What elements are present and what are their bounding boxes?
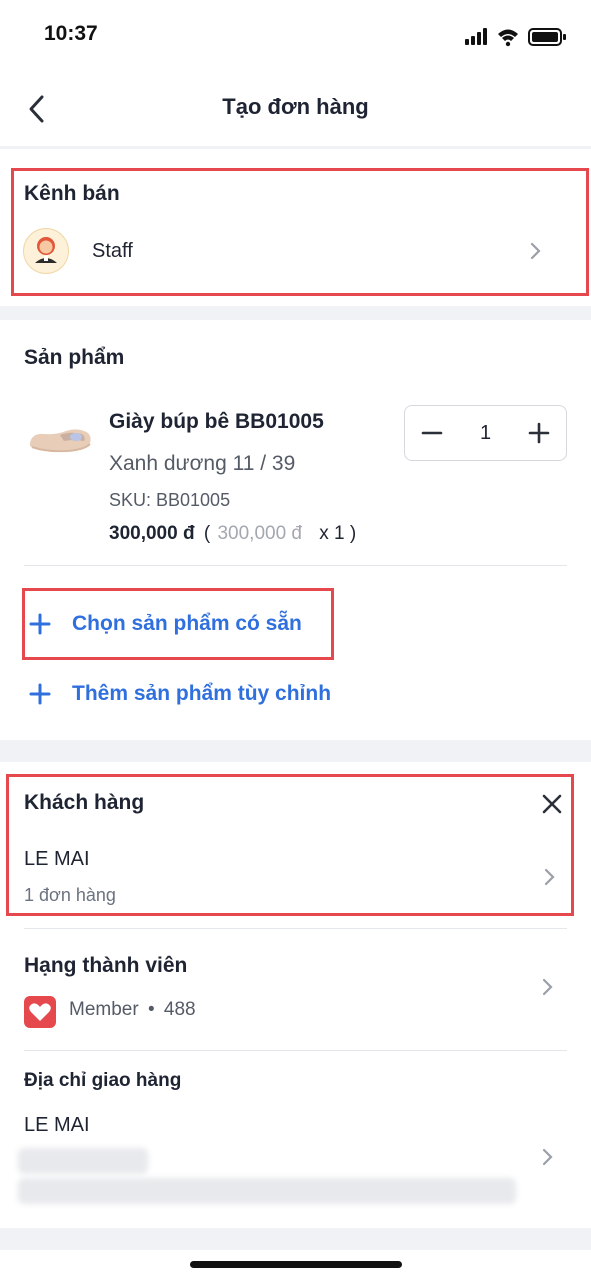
paren-open: ( bbox=[203, 523, 211, 544]
increase-quantity-button[interactable] bbox=[522, 416, 556, 450]
membership-title: Hạng thành viên bbox=[24, 954, 188, 977]
chevron-right-icon bbox=[542, 1148, 553, 1166]
product-multiplier: x 1 bbox=[319, 523, 345, 544]
choose-existing-highlight bbox=[22, 588, 334, 660]
shipping-address-row[interactable]: Địa chỉ giao hàng LE MAI bbox=[0, 1060, 591, 1210]
product-price-line: 300,000 đ ( 300,000 đ x 1 ) bbox=[109, 523, 356, 545]
product-sku: SKU: BB01005 bbox=[109, 490, 231, 510]
customer-highlight bbox=[6, 774, 574, 916]
add-custom-label: Thêm sản phẩm tùy chỉnh bbox=[72, 682, 332, 705]
plus-icon bbox=[29, 683, 51, 705]
chevron-right-icon bbox=[542, 978, 553, 996]
page-title: Tạo đơn hàng bbox=[222, 94, 369, 119]
status-time: 10:37 bbox=[44, 22, 98, 45]
quantity-stepper[interactable]: 1 bbox=[404, 405, 567, 461]
shoe-image bbox=[29, 429, 91, 453]
product-original-price: 300,000 đ bbox=[217, 523, 302, 544]
products-title: Sản phẩm bbox=[24, 346, 125, 369]
redacted-phone bbox=[18, 1148, 148, 1174]
home-indicator bbox=[190, 1261, 402, 1268]
membership-points: 488 bbox=[163, 999, 196, 1020]
membership-separator: • bbox=[147, 999, 155, 1020]
status-icons bbox=[465, 26, 569, 53]
plus-icon bbox=[528, 422, 550, 444]
shipping-title: Địa chỉ giao hàng bbox=[24, 1070, 182, 1091]
membership-info: Member • 488 bbox=[69, 999, 196, 1021]
customer-divider bbox=[24, 928, 567, 929]
product-price: 300,000 đ bbox=[109, 523, 195, 544]
heart-icon bbox=[29, 1003, 51, 1021]
products-divider bbox=[24, 565, 567, 566]
section-divider bbox=[0, 740, 591, 762]
product-variant: Xanh dương 11 / 39 bbox=[109, 452, 296, 475]
product-thumbnail bbox=[26, 417, 94, 461]
membership-divider bbox=[24, 1050, 567, 1051]
sales-channel-highlight bbox=[11, 168, 589, 296]
redacted-address bbox=[18, 1178, 516, 1204]
section-divider bbox=[0, 306, 591, 320]
signal-wifi-battery-icon bbox=[465, 28, 566, 47]
membership-row[interactable]: Hạng thành viên Member • 488 bbox=[0, 940, 591, 1040]
shipping-name: LE MAI bbox=[24, 1114, 90, 1136]
member-badge bbox=[24, 996, 56, 1028]
membership-tier: Member bbox=[69, 999, 139, 1020]
paren-close: ) bbox=[349, 523, 357, 544]
section-divider bbox=[0, 1228, 591, 1250]
header-divider bbox=[0, 146, 591, 149]
add-custom-product-button[interactable]: Thêm sản phẩm tùy chỉnh bbox=[24, 670, 384, 716]
product-name: Giày búp bê BB01005 bbox=[109, 410, 324, 433]
